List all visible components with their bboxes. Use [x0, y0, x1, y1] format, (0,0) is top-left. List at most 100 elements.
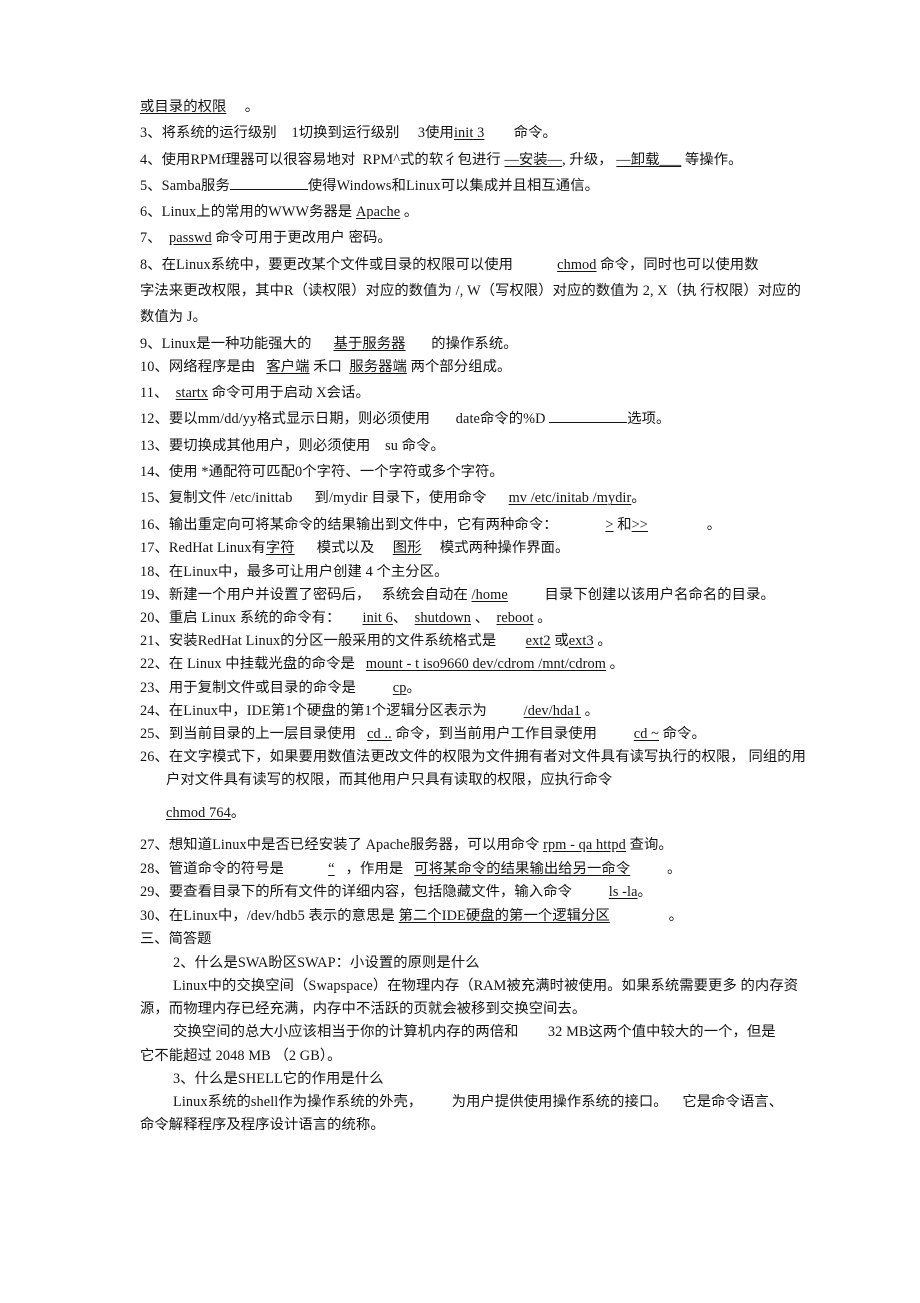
q21-before: 、安装RedHat Linux的分区一般采用的文件系统格式是 [154, 633, 526, 650]
q7-before: 、 [147, 230, 169, 247]
short-answer-q3-title: 3、什么是SHELL它的作用是什么 [173, 1070, 384, 1087]
q13-num: 13 [140, 437, 155, 454]
q17-answer-2: 图形 [392, 540, 422, 557]
q25-answer-2: cd ~ [633, 726, 659, 743]
q16-before: 、输出重定向可将某命令的结果输出到文件中，它有两种命令： [154, 516, 606, 533]
document-page: 或目录的权限 。 3、将系统的运行级别 1切换到运行级别 3使用init 3 命… [0, 0, 920, 1303]
question-26-cont: 户对文件具有读写的权限，而其他用户只具有读取的权限，应执行命令 [166, 772, 613, 789]
q11-answer: startx [175, 385, 209, 402]
q30-after: 。 [609, 907, 684, 924]
q8-before: 、在Linux系统中，要更改某个文件或目录的权限可以使用 [147, 256, 558, 273]
q19-num: 19 [140, 586, 155, 603]
q29-num: 29 [140, 884, 155, 901]
q14-text: 、使用 *通配符可匹配0个字符、一个字符或多个字符。 [154, 464, 504, 481]
short-answer-q2-title: 2、什么是SWA盼区SWAP：小设置的原则是什么 [173, 954, 480, 971]
q22-num: 22 [140, 656, 155, 673]
q30-answer: 第二个IDE硬盘的第一个逻辑分区 [398, 907, 610, 924]
q25-mid: 命令，到当前用户工作目录使用 [391, 726, 634, 743]
question-12: 12、要以mm/dd/yy格式显示日期，则必须使用 date命令的%D 选项。 [140, 408, 846, 432]
q17-after: 模式两种操作界面。 [421, 540, 570, 557]
q28-before: 、管道命令的符号是 [154, 861, 329, 878]
q19-after: 目录下创建以该用户名命名的目录。 [507, 586, 775, 603]
question-8: 8、在Linux系统中，要更改某个文件或目录的权限可以使用 chmod 命令，同… [140, 254, 846, 278]
q12-before: 、要以mm/dd/yy格式显示日期，则必须使用 date命令的%D [154, 411, 550, 428]
q12-blank [549, 422, 628, 424]
q15-before: 、复制文件 /etc/inittab 到/mydir 目录下，使用命令 [154, 490, 509, 507]
short-answer-q2-line-3: 交换空间的总大小应该相当于你的计算机内存的两倍和 32 MB这两个值中较大的一个… [173, 1024, 776, 1041]
q30-num: 30 [140, 907, 155, 924]
q20-answer-1: init 6 [362, 610, 393, 627]
q29-before: 、要查看目录下的所有文件的详细内容，包括隐藏文件，输入命令 [154, 884, 609, 901]
question-30: 30、在Linux中，/dev/hdb5 表示的意思是 第二个IDE硬盘的第一个… [140, 905, 846, 928]
q15-after: 。 [631, 490, 646, 507]
question-13: 13、要切换成其他用户，则必须使用 su 命令。 [140, 435, 846, 459]
q15-num: 15 [140, 490, 155, 507]
question-11: 11、 startx 命令可用于启动 X会话。 [140, 382, 846, 406]
q25-before: 、到当前目录的上一层目录使用 [154, 726, 368, 743]
q6-before: 、Linux上的常用的WWW务器是 [147, 204, 356, 221]
q10-answer-1: 客户端 [266, 359, 310, 376]
q17-num: 17 [140, 540, 155, 557]
q27-before: 、想知道Linux中是否已经安装了 Apache服务器，可以用命令 [154, 837, 544, 854]
question-26-answer-line: chmod 764。 [140, 802, 846, 826]
question-24: 24、在Linux中，IDE第1个硬盘的第1个逻辑分区表示为 /dev/hda1… [140, 700, 846, 723]
q26-answer: chmod 764 [166, 804, 231, 821]
q24-answer: /dev/hda1 [523, 702, 581, 719]
q26-answer-tail: 。 [230, 804, 246, 821]
question-14: 14、使用 *通配符可匹配0个字符、一个字符或多个字符。 [140, 461, 846, 485]
q4-answer-1: —安装— [504, 151, 563, 168]
question-15: 15、复制文件 /etc/inittab 到/mydir 目录下，使用命令 mv… [140, 487, 846, 511]
q20-answer-3: reboot [496, 610, 534, 627]
q5-before: 、Samba服务 [147, 177, 230, 194]
q20-after: 。 [533, 610, 552, 627]
q9-before: 、Linux是一种功能强大的 [147, 335, 334, 352]
q19-answer: /home [471, 586, 508, 603]
q21-after: 。 [593, 633, 612, 650]
q3-after: 命令。 [484, 125, 557, 142]
section-three-heading: 三、简答题 [140, 930, 212, 947]
short-answer-q2-line-1: Linux中的交换空间（Swapspace）在物理内存（RAM被充满时被使用。如… [173, 977, 799, 994]
q16-num: 16 [140, 516, 155, 533]
q17-mid: 模式以及 [294, 540, 393, 557]
header-fragment-tail: 。 [244, 99, 260, 115]
q24-before: 、在Linux中，IDE第1个硬盘的第1个逻辑分区表示为 [154, 702, 524, 719]
q16-answer-1: > [605, 516, 614, 533]
q27-num: 27 [140, 837, 155, 854]
q21-mid: 或 [550, 633, 569, 650]
question-19: 19、新建一个用户并设置了密码后， 系统会自动在 /home 目录下创建以该用户… [140, 584, 846, 607]
q9-answer: 基于服务器 [333, 335, 406, 352]
q13-text: 、要切换成其他用户，则必须使用 su 命令。 [154, 437, 445, 454]
question-21: 21、安装RedHat Linux的分区一般采用的文件系统格式是 ext2 或e… [140, 630, 846, 653]
q14-num: 14 [140, 464, 155, 481]
q20-mid-2: 、 [471, 610, 497, 627]
q25-answer-1: cd .. [367, 726, 392, 743]
question-18: 18、在Linux中，最多可让用户创建 4 个主分区。 [140, 561, 846, 584]
question-6: 6、Linux上的常用的WWW务器是 Apache 。 [140, 201, 846, 225]
q21-answer-2: ext3 [568, 633, 594, 650]
q18-num: 18 [140, 563, 155, 580]
q10-answer-2: 服务器端 [349, 359, 407, 376]
q7-answer: passwd [169, 230, 212, 247]
q20-mid-1: 、 [392, 610, 415, 627]
q11-after: 命令可用于启动 X会话。 [208, 385, 370, 402]
q12-num: 12 [140, 411, 155, 428]
q24-num: 24 [140, 702, 155, 719]
question-3: 3、将系统的运行级别 1切换到运行级别 3使用init 3 命令。 [140, 122, 846, 146]
q15-answer: mv /etc/initab /mydir [508, 490, 632, 507]
q23-after: 。 [406, 679, 421, 696]
q29-after: 。 [637, 884, 652, 901]
short-answer-q3-line-1: Linux系统的shell作为操作系统的外壳， 为用户提供使用操作系统的接口。 … [173, 1093, 784, 1110]
q16-mid: 和 [613, 516, 632, 533]
q5-after: 使得Windows和Linux可以集成并且相互通信。 [307, 177, 599, 194]
q23-answer: cp [392, 679, 407, 696]
q16-after: 。 [647, 516, 722, 533]
q10-after: 两个部分组成。 [406, 359, 512, 376]
document-body: 或目录的权限 。 3、将系统的运行级别 1切换到运行级别 3使用init 3 命… [140, 96, 846, 1137]
q28-answer-2: 可将某命令的结果输出给另一命令 [414, 861, 631, 878]
q4-before: 、使用RPMf理器可以很容易地对 RPM^式的软彳包进行 [147, 151, 505, 168]
question-17: 17、RedHat Linux有字符 模式以及 图形 模式两种操作界面。 [140, 537, 846, 560]
q8-answer: chmod [557, 256, 597, 273]
question-22: 22、在 Linux 中挂载光盘的命令是 mount - t iso9660 d… [140, 653, 846, 676]
q23-num: 23 [140, 679, 155, 696]
q20-before: 、重启 Linux 系统的命令有： [154, 610, 363, 627]
